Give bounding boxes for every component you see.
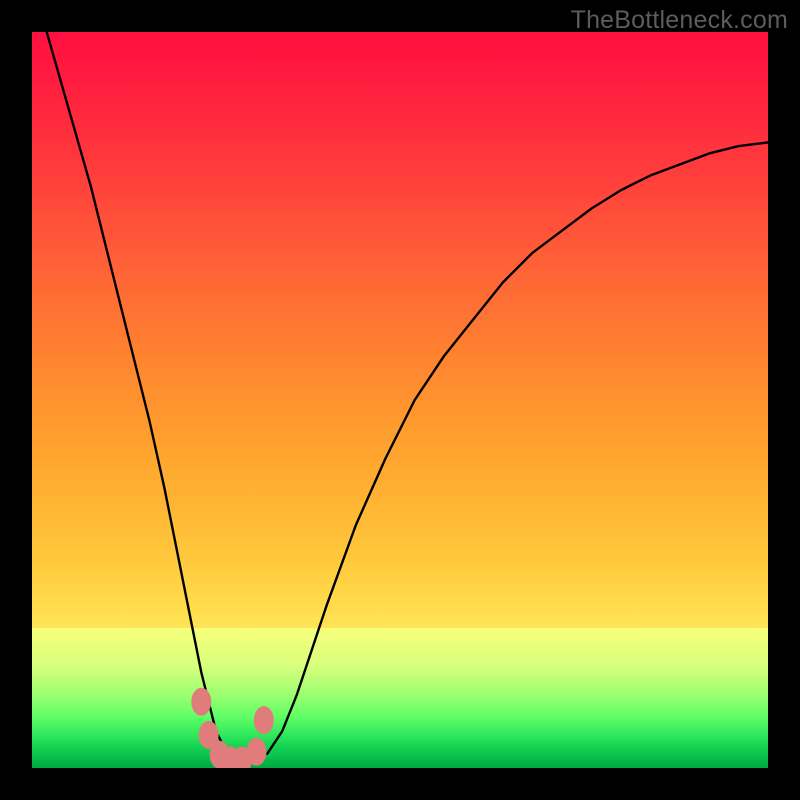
- highlight-markers: [191, 688, 274, 768]
- curve-layer: [32, 32, 768, 768]
- watermark-text: TheBottleneck.com: [571, 6, 788, 35]
- chart-frame: TheBottleneck.com: [0, 0, 800, 800]
- marker-point: [254, 706, 274, 734]
- marker-point: [191, 688, 211, 716]
- bottleneck-curve: [32, 32, 768, 761]
- marker-point: [246, 738, 266, 766]
- plot-area: [32, 32, 768, 768]
